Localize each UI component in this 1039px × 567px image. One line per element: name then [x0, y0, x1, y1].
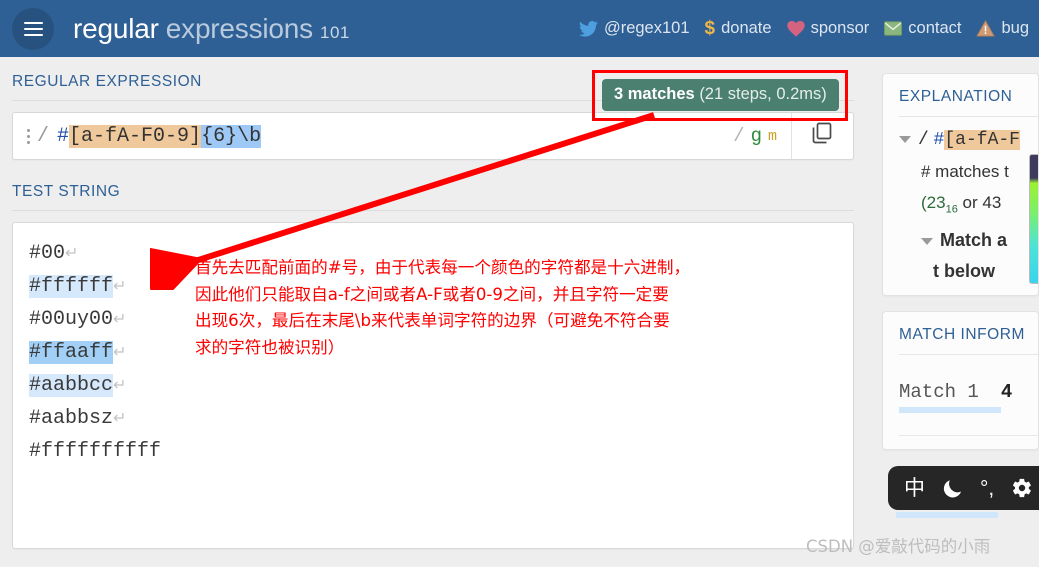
nav-label: @regex101 — [603, 19, 690, 37]
match-info-divider — [899, 435, 1038, 436]
regex-pattern-text[interactable]: #[a-fA-F0-9]{6}\b — [57, 124, 262, 148]
match-label: Match 1 — [899, 381, 979, 403]
flag-multiline: m — [767, 127, 777, 145]
explanation-row-matches: # matches t — [921, 162, 1009, 181]
page-body: REGULAR EXPRESSION / #[a-fA-F0-9]{6}\b /… — [0, 57, 1039, 567]
match-value: 4 — [1000, 381, 1013, 403]
color-preview-swatch — [1029, 154, 1038, 284]
regex-hash-token: # — [57, 124, 70, 148]
hamburger-menu-button[interactable] — [12, 7, 54, 50]
watermark-text: CSDN @爱敲代码的小雨 — [806, 537, 991, 556]
test-string-line[interactable]: #aabbsz↵ — [29, 402, 853, 435]
explanation-panel-title: EXPLANATION — [899, 88, 1038, 117]
explanation-charclass: [a-fA-F — [944, 130, 1020, 150]
explanation-row-match-a[interactable]: Match a — [899, 225, 1038, 256]
explanation-below-text: t below — [933, 261, 995, 282]
regex-boundary-token: \b — [237, 124, 262, 148]
newline-marker-icon: ↵ — [113, 344, 127, 362]
test-string-line[interactable]: #ffaaff↵ — [29, 336, 853, 369]
explanation-hash: # — [933, 130, 945, 150]
nav-item-donate[interactable]: $ donate — [705, 18, 772, 40]
editor-column: REGULAR EXPRESSION / #[a-fA-F0-9]{6}\b /… — [0, 57, 868, 567]
match-badge-annotation: 3 matches (21 steps, 0.2ms) — [592, 70, 848, 121]
newline-marker-icon: ↵ — [113, 278, 127, 296]
hamburger-icon-bar — [23, 27, 43, 30]
collapse-triangle-icon[interactable] — [899, 136, 911, 144]
match-steps-text: (21 steps, 0.2ms) — [699, 85, 827, 103]
match-count-text: 3 matches — [614, 85, 695, 103]
line-text: #ffffff — [29, 275, 114, 298]
collapse-triangle-icon[interactable] — [921, 238, 933, 246]
explanation-panel: EXPLANATION / #[a-fA-F # matches t (2316… — [882, 73, 1039, 296]
envelope-icon — [884, 21, 903, 36]
brand-logo[interactable]: regular expressions 101 — [73, 13, 350, 45]
line-text: #00uy00 — [29, 308, 114, 331]
app-header: regular expressions 101 @regex101 $ dona… — [0, 0, 1039, 57]
match-information-panel: MATCH INFORM Match 1 4 — [882, 311, 1039, 450]
match-highlight-underline-secondary — [896, 512, 998, 518]
line-text: #ffaaff — [29, 341, 114, 364]
annotation-red-box: 3 matches (21 steps, 0.2ms) — [592, 70, 848, 121]
explanation-row-codepoint: (2316 or 43 — [899, 187, 1038, 225]
nav-label: contact — [908, 19, 962, 37]
test-string-lines: #00↵ #ffffff↵ #00uy00↵ #ffaaff↵ #aabbcc↵… — [29, 237, 853, 468]
regex-delimiter-icon[interactable]: °, — [980, 478, 994, 499]
nav-item-twitter[interactable]: @regex101 — [578, 19, 690, 38]
regex-delimiter-right: / — [733, 125, 745, 147]
dollar-icon: $ — [704, 17, 716, 39]
explanation-match-a-text: Match a — [940, 230, 1008, 251]
dark-mode-moon-icon[interactable] — [942, 478, 963, 499]
line-text: #aabbsz — [29, 407, 114, 430]
explanation-hex-rest: or 43 — [957, 193, 1002, 212]
brand-bold-text: regular — [73, 12, 159, 44]
explanation-delimiter: / — [918, 130, 929, 150]
nav-item-contact[interactable]: contact — [884, 19, 961, 38]
line-text: #00 — [29, 242, 66, 265]
language-icon[interactable]: 中 — [904, 478, 925, 499]
kebab-menu-icon[interactable] — [27, 128, 30, 144]
nav-label: donate — [721, 19, 772, 37]
newline-marker-icon: ↵ — [65, 245, 79, 263]
brand-number: 101 — [319, 22, 350, 42]
twitter-icon — [578, 20, 598, 37]
explanation-hex-open: (23 — [921, 193, 946, 212]
newline-marker-icon: ↵ — [113, 377, 127, 395]
brand-light-text: expressions — [165, 12, 313, 44]
test-string-line[interactable]: #ffffff↵ — [29, 270, 853, 303]
match-count-badge[interactable]: 3 matches (21 steps, 0.2ms) — [602, 79, 839, 111]
warning-triangle-icon — [976, 20, 996, 37]
explanation-row-pattern[interactable]: / #[a-fA-F — [899, 123, 1038, 156]
test-string-title: TEST STRING — [12, 183, 854, 211]
line-text: #ffffffffff — [29, 440, 162, 463]
line-text: #aabbcc — [29, 374, 114, 397]
match-info-row[interactable]: Match 1 4 — [899, 381, 1038, 403]
copy-icon — [812, 122, 834, 150]
nav-item-sponsor[interactable]: sponsor — [786, 19, 870, 38]
hamburger-icon-bar — [23, 21, 43, 24]
test-string-line[interactable]: #00uy00↵ — [29, 303, 853, 336]
floating-settings-toolbar: 中 °, — [888, 466, 1039, 510]
nav-item-bug[interactable]: bug — [976, 19, 1029, 38]
newline-marker-icon: ↵ — [113, 311, 127, 329]
header-nav: @regex101 $ donate sponsor contact bug — [578, 18, 1029, 40]
hamburger-icon-bar — [23, 33, 43, 36]
test-string-line[interactable]: #aabbcc↵ — [29, 369, 853, 402]
nav-label: sponsor — [810, 19, 870, 37]
nav-label: bug — [1001, 19, 1029, 37]
gear-icon[interactable] — [1011, 477, 1033, 499]
newline-marker-icon: ↵ — [113, 410, 127, 428]
test-string-editor[interactable]: #00↵ #ffffff↵ #00uy00↵ #ffaaff↵ #aabbcc↵… — [12, 222, 854, 549]
regex-charclass-token: [a-fA-F0-9] — [69, 124, 202, 148]
test-string-line[interactable]: #00↵ — [29, 237, 853, 270]
flag-global: g — [750, 125, 762, 147]
match-highlight-underline — [899, 407, 1001, 413]
regex-delimiter-left: / — [37, 124, 50, 148]
regex-quantifier-token: {6} — [201, 124, 238, 148]
explanation-row-below: t below — [899, 256, 1038, 287]
heart-icon — [786, 20, 805, 37]
match-info-panel-title: MATCH INFORM — [899, 326, 1038, 355]
test-string-line[interactable]: #ffffffffff — [29, 435, 853, 468]
explanation-hex-sub: 16 — [945, 203, 958, 216]
